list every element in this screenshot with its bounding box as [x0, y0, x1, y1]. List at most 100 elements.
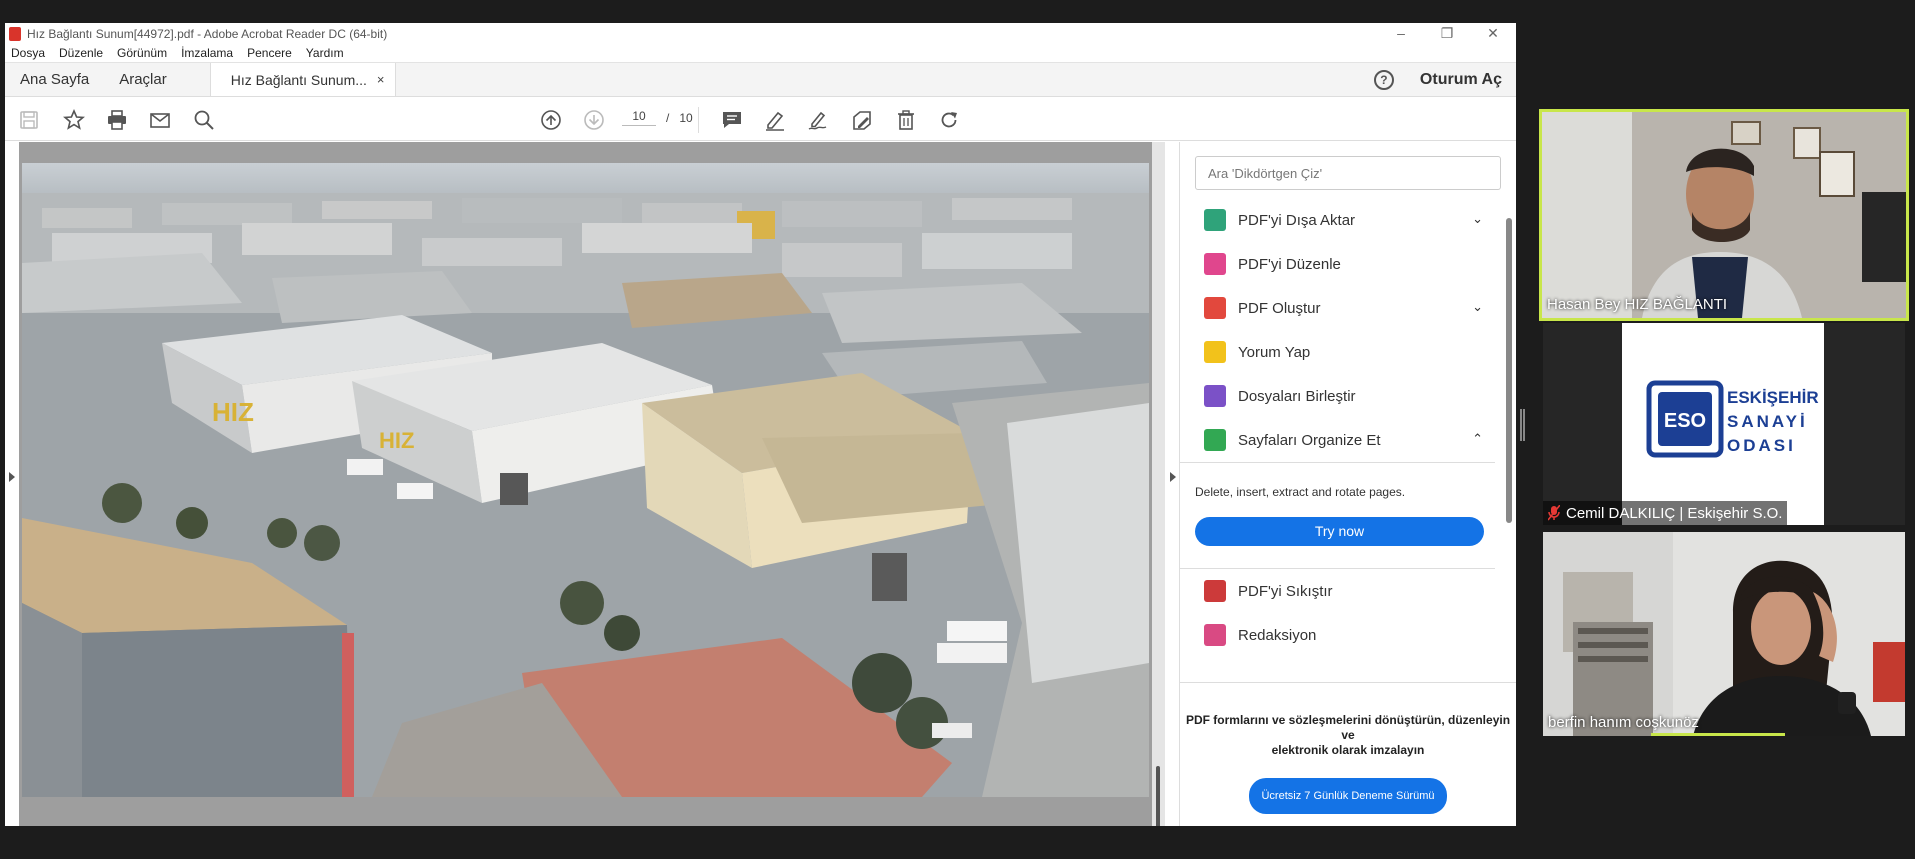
participant-name: Cemil DALKILIÇ | Eskişehir S.O.	[1566, 504, 1783, 522]
comment-icon[interactable]	[719, 107, 745, 133]
menu-help[interactable]: Yardım	[306, 46, 344, 60]
tool-search-input[interactable]: Ara 'Dikdörtgen Çiz'	[1195, 156, 1501, 190]
tab-home[interactable]: Ana Sayfa	[5, 63, 104, 96]
acrobat-window: Hız Bağlantı Sunum[44972].pdf - Adobe Ac…	[5, 23, 1516, 826]
page-total: 10	[679, 110, 693, 125]
tool-label: PDF'yi Dışa Aktar	[1238, 211, 1356, 229]
document-area[interactable]: HIZ HIZ	[5, 142, 1180, 826]
tab-close-icon[interactable]: ×	[377, 72, 385, 87]
combine-files-icon	[1204, 385, 1226, 407]
tool-comment[interactable]: Yorum Yap	[1180, 330, 1505, 374]
toolbar: 10 / 10	[5, 97, 1516, 141]
tool-edit-pdf[interactable]: PDF'yi Düzenle	[1180, 242, 1505, 286]
eso-logo-tile: ESO ESKİŞEHİR SANAYİ ODASI	[1622, 323, 1824, 525]
menu-bar: Dosya Düzenle Görünüm İmzalama Pencere Y…	[5, 44, 1516, 62]
pdf-file-icon	[9, 26, 21, 41]
page-navigator: 10 / 10	[622, 109, 693, 126]
promo-line-2: elektronik olarak imzalayın	[1271, 743, 1425, 757]
page-down-icon[interactable]	[581, 107, 607, 133]
tool-label: PDF'yi Sıkıştır	[1238, 582, 1333, 600]
menu-window[interactable]: Pencere	[247, 46, 292, 60]
fill-sign-icon[interactable]	[849, 107, 875, 133]
participant-label-bar: Cemil DALKILIÇ | Eskişehir S.O.	[1543, 501, 1788, 525]
organize-pages-icon	[1204, 429, 1226, 451]
minimize-button[interactable]: –	[1378, 25, 1424, 42]
eso-logo-line-1: ESKİŞEHİR	[1727, 388, 1819, 407]
document-scroll-thumb[interactable]	[1156, 766, 1160, 826]
tool-compress-pdf[interactable]: PDF'yi Sıkıştır	[1180, 569, 1505, 613]
right-pane-toggle[interactable]	[1165, 142, 1180, 826]
collapse-right-icon	[1170, 472, 1176, 482]
tool-export-pdf[interactable]: PDF'yi Dışa Aktar ⌄	[1180, 198, 1505, 242]
page-number-input[interactable]: 10	[622, 109, 656, 126]
tool-create-pdf[interactable]: PDF Oluştur ⌄	[1180, 286, 1505, 330]
chevron-up-icon[interactable]: ⌃	[1472, 431, 1483, 447]
tool-label: PDF'yi Düzenle	[1238, 255, 1341, 273]
eso-logo-line-3: ODASI	[1727, 436, 1796, 455]
chevron-down-icon[interactable]: ⌄	[1472, 299, 1483, 315]
tab-document[interactable]: Hız Bağlantı Sunum... ×	[209, 63, 396, 96]
window-controls: – ❐ ✕	[1378, 25, 1516, 42]
highlight-pen-icon[interactable]	[762, 107, 788, 133]
draw-icon[interactable]	[805, 107, 831, 133]
menu-view[interactable]: Görünüm	[117, 46, 167, 60]
tab-document-label: Hız Bağlantı Sunum...	[230, 71, 367, 88]
tool-label: PDF Oluştur	[1238, 299, 1321, 317]
create-pdf-icon	[1204, 297, 1226, 319]
promo-line-1: PDF formlarını ve sözleşmelerini dönüştü…	[1185, 713, 1511, 742]
tool-list: PDF'yi Dışa Aktar ⌄ PDF'yi Düzenle PDF O…	[1180, 198, 1505, 657]
tools-pane: Ara 'Dikdörtgen Çiz' PDF'yi Dışa Aktar ⌄…	[1180, 142, 1516, 826]
muted-mic-icon	[1548, 505, 1560, 521]
delete-icon[interactable]	[893, 107, 919, 133]
tool-label: Dosyaları Birleştir	[1238, 387, 1356, 405]
tool-combine-files[interactable]: Dosyaları Birleştir	[1180, 374, 1505, 418]
save-icon[interactable]	[16, 107, 42, 133]
panel-resize-handle[interactable]	[1520, 409, 1525, 441]
bookmark-star-icon[interactable]	[61, 107, 87, 133]
chevron-down-icon[interactable]: ⌄	[1472, 211, 1483, 227]
tool-label: Redaksiyon	[1238, 626, 1317, 644]
page-up-icon[interactable]	[538, 107, 564, 133]
document-scrollbar[interactable]	[1152, 142, 1165, 826]
help-icon[interactable]: ?	[1373, 69, 1394, 90]
comment-tool-icon	[1204, 341, 1226, 363]
menu-edit[interactable]: Düzenle	[59, 46, 103, 60]
tool-label: Sayfaları Organize Et	[1238, 431, 1381, 449]
free-trial-button[interactable]: Ücretsiz 7 Günlük Deneme Sürümü	[1249, 778, 1447, 814]
participant-video-frame	[1542, 112, 1906, 318]
expand-left-icon	[9, 472, 15, 482]
close-button[interactable]: ✕	[1470, 25, 1516, 42]
menu-sign[interactable]: İmzalama	[181, 46, 233, 60]
tool-organize-pages[interactable]: Sayfaları Organize Et ⌃	[1180, 418, 1505, 462]
tools-scrollbar[interactable]	[1506, 218, 1512, 523]
page-separator: /	[666, 110, 670, 125]
email-icon[interactable]	[147, 107, 173, 133]
export-pdf-icon	[1204, 209, 1226, 231]
sign-in-button[interactable]: Oturum Aç	[1420, 71, 1502, 89]
print-icon[interactable]	[104, 107, 130, 133]
toolbar-divider	[698, 107, 699, 133]
left-pane-toggle[interactable]	[5, 142, 19, 826]
factory-logo-2: HIZ	[379, 428, 414, 453]
menu-file[interactable]: Dosya	[11, 46, 45, 60]
compress-pdf-icon	[1204, 580, 1226, 602]
tab-bar: Ana Sayfa Araçlar Hız Bağlantı Sunum... …	[5, 62, 1516, 97]
eso-logo-short: ESO	[1664, 410, 1706, 432]
redact-icon	[1204, 624, 1226, 646]
participant-video-cemil[interactable]: ESO ESKİŞEHİR SANAYİ ODASI Cemil DALKILI…	[1543, 323, 1905, 525]
aerial-factory-photo: HIZ HIZ	[22, 163, 1149, 797]
participant-name: Hasan Bey HIZ BAĞLANTI	[1547, 296, 1728, 313]
eso-logo-line-2: SANAYİ	[1727, 412, 1808, 431]
try-now-button[interactable]: Try now	[1195, 517, 1484, 546]
tabbar-right: ? Oturum Aç	[1373, 63, 1516, 96]
search-zoom-icon[interactable]	[191, 107, 217, 133]
title-bar: Hız Bağlantı Sunum[44972].pdf - Adobe Ac…	[5, 23, 1516, 44]
pdf-page: HIZ HIZ	[22, 163, 1149, 797]
restore-button[interactable]: ❐	[1424, 25, 1470, 42]
tool-redact[interactable]: Redaksiyon	[1180, 613, 1505, 657]
audio-level-indicator	[1651, 733, 1785, 736]
participant-video-berfin[interactable]: berfin hanım coşkunöz	[1543, 532, 1905, 736]
participant-video-hasan[interactable]: Hasan Bey HIZ BAĞLANTI	[1539, 109, 1909, 321]
tab-tools[interactable]: Araçlar	[104, 63, 182, 96]
rotate-icon[interactable]	[936, 107, 962, 133]
